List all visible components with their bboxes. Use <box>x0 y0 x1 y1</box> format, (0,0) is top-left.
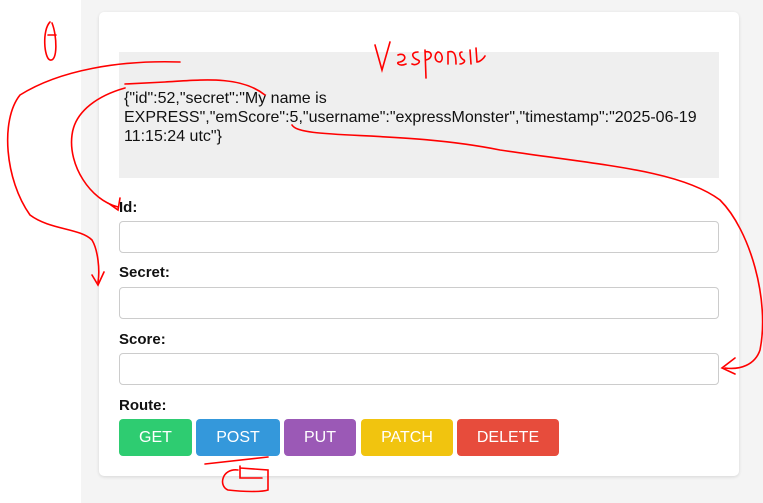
patch-button[interactable]: PATCH <box>361 419 453 456</box>
score-label: Score: <box>119 331 166 348</box>
id-input[interactable] <box>119 221 719 253</box>
response-box: {"id":52,"secret":"My name is EXPRESS","… <box>119 52 719 178</box>
post-button[interactable]: POST <box>196 419 280 456</box>
id-label: Id: <box>119 199 138 216</box>
api-form-card: {"id":52,"secret":"My name is EXPRESS","… <box>99 12 739 476</box>
secret-label: Secret: <box>119 264 170 281</box>
delete-button[interactable]: DELETE <box>457 419 559 456</box>
score-input[interactable] <box>119 353 719 385</box>
route-label: Route: <box>119 397 167 414</box>
secret-input[interactable] <box>119 287 719 319</box>
get-button[interactable]: GET <box>119 419 192 456</box>
annotation-circled-1 <box>43 21 57 61</box>
put-button[interactable]: PUT <box>284 419 356 456</box>
